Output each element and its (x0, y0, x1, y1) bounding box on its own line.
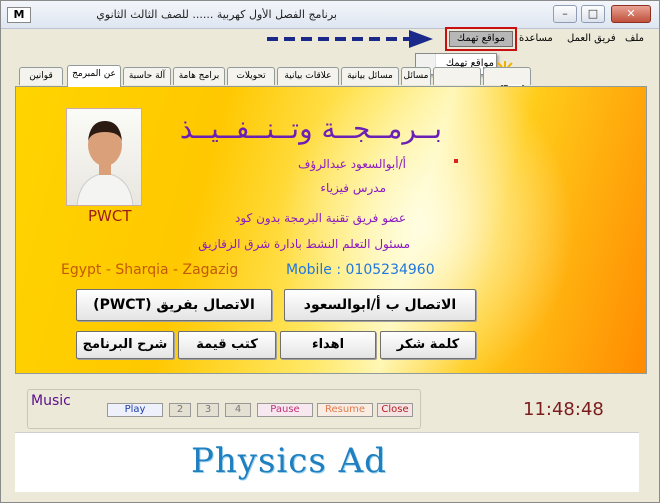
maximize-button[interactable]: □ (581, 5, 605, 23)
active-learning-role: مسئول التعلم النشط بادارة شرق الزقازيق (198, 237, 410, 251)
valuable-books-button[interactable]: كتب قيمة (178, 331, 276, 359)
music-resume-button[interactable]: Resume (317, 403, 373, 417)
app-icon[interactable]: M (7, 7, 31, 23)
music-pause-button[interactable]: Pause (257, 403, 313, 417)
close-button[interactable]: ✕ (611, 5, 651, 23)
menu-help[interactable]: مساعدة (519, 33, 553, 44)
app-window: M برنامج الفصل الأول كهربية ...... للصف … (0, 0, 660, 503)
programmer-role: مدرس فيزياء (320, 181, 386, 195)
menu-sites[interactable]: مواقع تهمك (449, 31, 513, 47)
music-close-button[interactable]: Close (377, 403, 413, 417)
tab-problems[interactable]: مسائل (401, 67, 431, 85)
programmer-photo (66, 108, 142, 206)
tab-laws[interactable]: قوانين (19, 67, 63, 85)
ad-banner-text: Physics Ad (191, 441, 387, 481)
contact-pwct-button[interactable]: الاتصال بفريق (PWCT) (76, 289, 272, 321)
music-play-button[interactable]: Play (107, 403, 163, 417)
menu-sites-highlight: مواقع تهمك (445, 27, 517, 51)
explain-program-button[interactable]: شرح البرنامج (76, 331, 174, 359)
programmer-name: أ/أبوالسعود عبدالرؤف (297, 157, 406, 171)
tab-calculator[interactable]: آلة حاسبة (123, 67, 171, 85)
title-bar[interactable]: M برنامج الفصل الأول كهربية ...... للصف … (1, 1, 659, 29)
location-text: Egypt - Sharqia - Zagazig (61, 262, 239, 278)
minimize-button[interactable]: – (553, 5, 577, 23)
tab-extra-2[interactable] (483, 67, 531, 85)
music-track-4-button[interactable]: 4 (225, 403, 251, 417)
tab-graph-problems[interactable]: مسائل بيانية (341, 67, 399, 85)
programming-title: بــرمــجــة وتــنــفــيــذ (179, 112, 443, 145)
thanks-button[interactable]: كلمة شكر (380, 331, 476, 359)
tab-important-programs[interactable]: برامج هامة (173, 67, 225, 85)
decorative-dot (454, 159, 458, 163)
window-title: برنامج الفصل الأول كهربية ...... للصف ال… (96, 8, 337, 21)
clock-display: 11:48:48 (523, 399, 604, 420)
tab-about-programmer[interactable]: عن المبرمج (67, 65, 121, 87)
pwct-label: PWCT (88, 207, 132, 225)
music-track-2-button[interactable]: 2 (169, 403, 191, 417)
pointer-arrow-icon (267, 30, 433, 48)
tab-strip: قوانين عن المبرمج آلة حاسبة برامج هامة ت… (15, 65, 647, 87)
menu-team[interactable]: فريق العمل (567, 33, 616, 44)
menu-file[interactable]: ملف (625, 33, 644, 44)
about-panel: بــرمــجــة وتــنــفــيــذ أ/أبوالسعود ع… (15, 86, 647, 374)
contact-teacher-button[interactable]: الاتصال ب أ/ابوالسعود (284, 289, 476, 321)
dedication-button[interactable]: اهداء (280, 331, 376, 359)
mobile-number: Mobile : 0105234960 (286, 262, 435, 278)
tab-conversions[interactable]: تحويلات (227, 67, 275, 85)
tab-graph-relations[interactable]: علاقات بيانية (277, 67, 339, 85)
music-track-3-button[interactable]: 3 (197, 403, 219, 417)
pwct-membership: عضو فريق تقنية البرمجة بدون كود (235, 211, 406, 225)
tab-extra-1[interactable] (433, 67, 481, 85)
music-label: Music (31, 393, 71, 409)
